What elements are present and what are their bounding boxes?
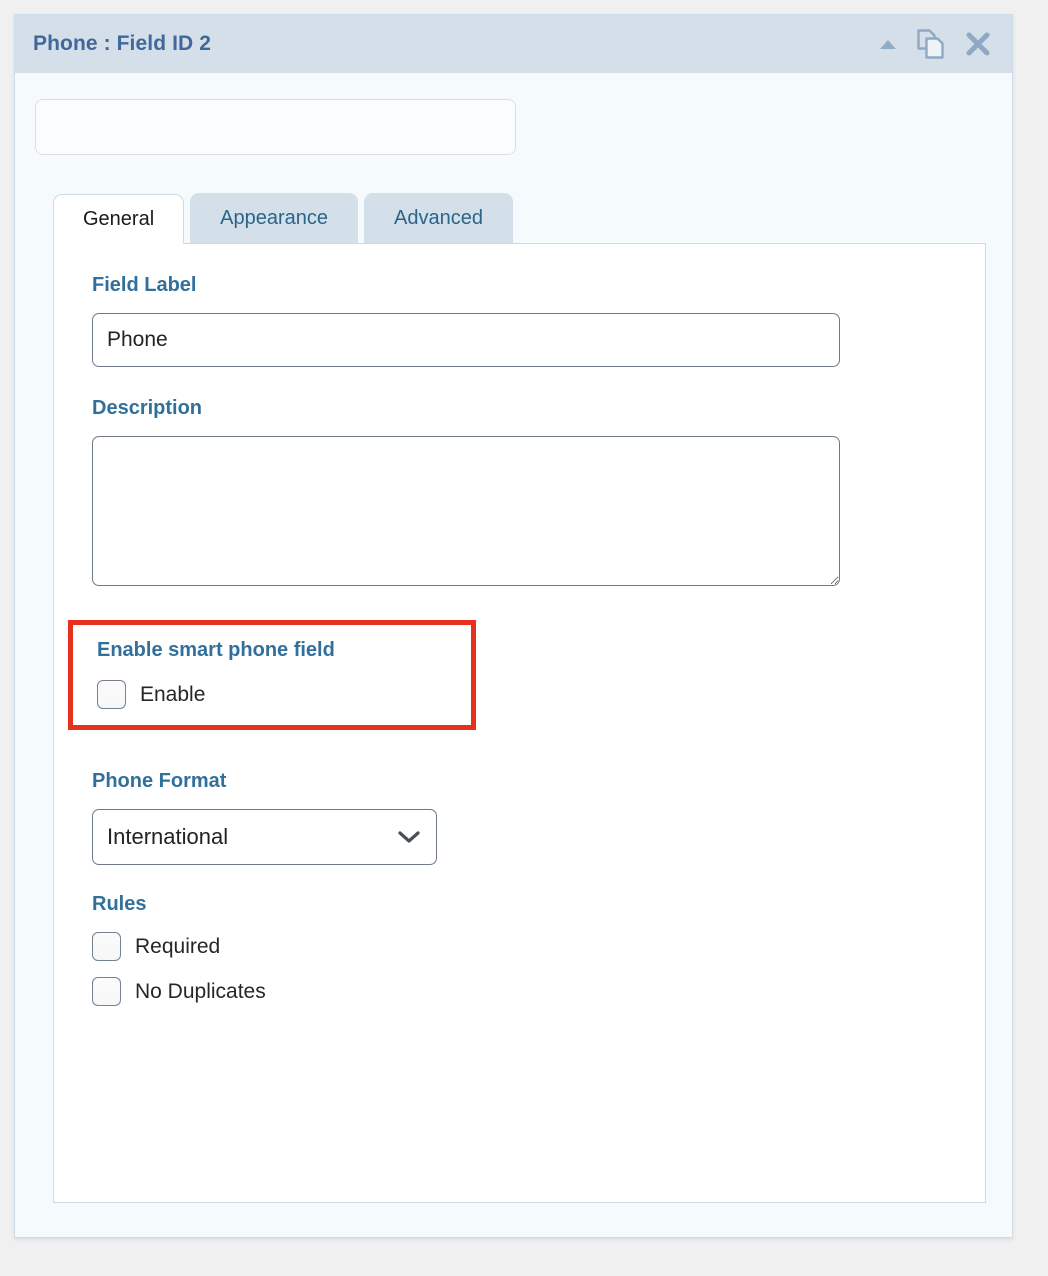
phone-format-select[interactable]: International: [92, 809, 437, 865]
enable-smart-phone-label: Enable: [140, 683, 205, 707]
phone-format-heading: Phone Format: [92, 770, 951, 793]
rules-group: Rules Required No Duplicates: [92, 893, 951, 1006]
smart-phone-highlight-region: Enable smart phone field Enable: [68, 620, 476, 730]
enable-smart-phone-row[interactable]: Enable: [97, 680, 457, 709]
panel-body: General Appearance Advanced Field Label …: [15, 73, 1012, 1203]
enable-smart-phone-checkbox[interactable]: [97, 680, 126, 709]
description-heading: Description: [92, 397, 951, 420]
page-title: Phone : Field ID 2: [33, 32, 211, 56]
no-duplicates-checkbox[interactable]: [92, 977, 121, 1006]
rules-heading: Rules: [92, 893, 951, 916]
header-icon-group: [878, 28, 996, 60]
tab-panel-general: Field Label Description Enable smart pho…: [53, 243, 986, 1203]
duplicate-icon[interactable]: [916, 28, 946, 60]
description-group: Description: [92, 397, 951, 586]
tab-appearance[interactable]: Appearance: [190, 193, 358, 243]
field-label-group: Field Label: [92, 274, 951, 367]
phone-format-select-wrap: International: [92, 809, 437, 865]
smart-phone-heading: Enable smart phone field: [97, 639, 457, 662]
field-label-input[interactable]: [92, 313, 840, 367]
rule-required-row[interactable]: Required: [92, 932, 951, 961]
field-settings-panel: Phone : Field ID 2 General Appe: [14, 14, 1013, 1238]
field-label-heading: Field Label: [92, 274, 951, 297]
rule-no-duplicates-row[interactable]: No Duplicates: [92, 977, 951, 1006]
close-icon[interactable]: [964, 30, 992, 58]
collapse-icon[interactable]: [878, 37, 898, 51]
panel-header: Phone : Field ID 2: [15, 15, 1012, 73]
tab-general[interactable]: General: [53, 194, 184, 244]
required-label: Required: [135, 935, 220, 959]
tab-advanced[interactable]: Advanced: [364, 193, 513, 243]
required-checkbox[interactable]: [92, 932, 121, 961]
description-textarea[interactable]: [92, 436, 840, 586]
no-duplicates-label: No Duplicates: [135, 980, 266, 1004]
phone-format-group: Phone Format International: [92, 770, 951, 865]
tab-bar: General Appearance Advanced: [35, 193, 988, 243]
chevron-down-icon: [396, 829, 422, 845]
field-search-input[interactable]: [35, 99, 516, 155]
phone-format-selected-value: International: [107, 824, 228, 850]
